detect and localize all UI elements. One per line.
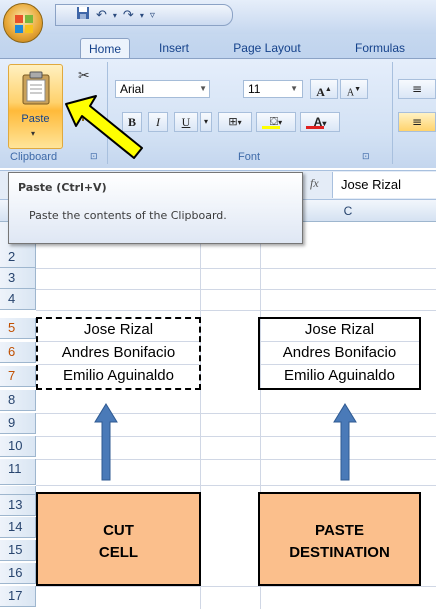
row-header[interactable]: 14 xyxy=(0,517,36,538)
paste-destination-label-box: PASTE DESTINATION xyxy=(258,492,421,586)
quick-access-toolbar: ↶ ▾ ↷ ▾ ▿ xyxy=(55,4,233,26)
tooltip-body: Paste the contents of the Clipboard. xyxy=(29,209,227,222)
row-break-marker xyxy=(0,486,36,495)
tooltip-title: Paste (Ctrl+V) xyxy=(18,181,107,194)
borders-button[interactable]: ⊞▾ xyxy=(218,112,252,132)
cut-icon[interactable]: ✂ xyxy=(78,68,90,84)
row-header[interactable]: 4 xyxy=(0,289,36,310)
grid-line xyxy=(36,268,436,269)
font-group-label: Font xyxy=(238,151,261,163)
redo-dropdown-icon[interactable]: ▾ xyxy=(140,11,144,20)
ribbon-separator xyxy=(392,62,393,164)
save-icon[interactable] xyxy=(76,6,90,24)
destination-cell[interactable]: Andres Bonifacio xyxy=(260,342,419,365)
tab-insert[interactable]: Insert xyxy=(146,38,202,58)
customize-toolbar-icon[interactable]: ▿ xyxy=(150,10,155,21)
grow-font-button[interactable]: A▲ xyxy=(310,79,338,99)
row-header[interactable]: 8 xyxy=(0,390,36,411)
up-arrow-icon xyxy=(333,403,357,481)
undo-icon[interactable]: ↶ xyxy=(96,8,107,23)
row-header[interactable]: 11 xyxy=(0,459,36,485)
undo-dropdown-icon[interactable]: ▾ xyxy=(113,11,117,20)
paste-tooltip: Paste (Ctrl+V) Paste the contents of the… xyxy=(8,172,303,244)
chevron-down-icon: ▼ xyxy=(290,84,298,93)
clipboard-group-label: Clipboard xyxy=(10,151,58,163)
row-header[interactable]: 17 xyxy=(0,586,36,607)
underline-dropdown-icon[interactable]: ▾ xyxy=(200,112,212,132)
row-header[interactable]: 3 xyxy=(0,268,36,289)
row-header[interactable]: 6 xyxy=(0,342,36,363)
shrink-font-button[interactable]: A▼ xyxy=(340,79,368,99)
paste-label-line2: DESTINATION xyxy=(289,544,390,561)
paste-destination-range[interactable]: Jose Rizal Andres Bonifacio Emilio Aguin… xyxy=(258,317,421,390)
row-header[interactable]: 13 xyxy=(0,495,36,516)
office-logo-icon xyxy=(15,15,33,33)
up-arrow-icon xyxy=(94,403,118,481)
chevron-down-icon: ▼ xyxy=(199,84,207,93)
paste-dropdown-icon[interactable]: ▾ xyxy=(31,129,35,138)
font-color-button[interactable]: A▾ xyxy=(300,112,340,132)
tab-formulas[interactable]: Formulas xyxy=(335,38,425,58)
grid-line xyxy=(36,485,436,486)
grid-line xyxy=(36,310,436,311)
formula-input[interactable]: Jose Rizal xyxy=(332,172,436,198)
grid-line xyxy=(36,586,436,587)
font-launcher-icon[interactable]: ⊡ xyxy=(362,151,370,162)
cut-cell[interactable]: Jose Rizal xyxy=(38,319,199,342)
destination-cell[interactable]: Emilio Aguinaldo xyxy=(260,365,419,388)
fill-color-button[interactable]: ⛋▾ xyxy=(256,112,296,132)
paste-label: Paste xyxy=(21,113,50,125)
row-header[interactable]: 7 xyxy=(0,366,36,387)
row-header[interactable]: 2 xyxy=(0,247,36,268)
row-header[interactable]: 5 xyxy=(0,318,36,339)
paste-button[interactable]: Paste ▾ xyxy=(8,64,63,149)
destination-cell[interactable]: Jose Rizal xyxy=(260,319,419,342)
cut-cell[interactable]: Emilio Aguinaldo xyxy=(38,365,199,388)
align-top-button[interactable]: ≡ xyxy=(398,79,436,99)
tab-page-layout[interactable]: Page Layout xyxy=(222,38,312,58)
cut-label-line1: CUT xyxy=(103,522,134,539)
insert-function-icon[interactable]: fx xyxy=(310,176,319,191)
cut-range[interactable]: Jose Rizal Andres Bonifacio Emilio Aguin… xyxy=(36,317,201,390)
cut-cell-label-box: CUT CELL xyxy=(36,492,201,586)
paste-label-line1: PASTE xyxy=(315,522,364,539)
cut-cell[interactable]: Andres Bonifacio xyxy=(38,342,199,365)
underline-button[interactable]: U xyxy=(174,112,198,132)
tab-home[interactable]: Home xyxy=(80,38,130,58)
clipboard-icon xyxy=(22,71,50,105)
pointer-arrow-icon xyxy=(65,95,143,159)
redo-icon[interactable]: ↷ xyxy=(123,8,134,23)
align-left-button[interactable]: ≡ xyxy=(398,112,436,132)
row-header[interactable]: 9 xyxy=(0,413,36,434)
row-header[interactable]: 10 xyxy=(0,436,36,457)
font-size-value: 11 xyxy=(248,82,261,96)
cut-label-line2: CELL xyxy=(98,544,139,561)
grid-line xyxy=(36,289,436,290)
office-button[interactable] xyxy=(3,3,43,43)
font-size-select[interactable]: 11 ▼ xyxy=(243,80,303,98)
italic-button[interactable]: I xyxy=(148,112,168,132)
row-header[interactable]: 15 xyxy=(0,540,36,561)
row-header[interactable]: 16 xyxy=(0,563,36,584)
